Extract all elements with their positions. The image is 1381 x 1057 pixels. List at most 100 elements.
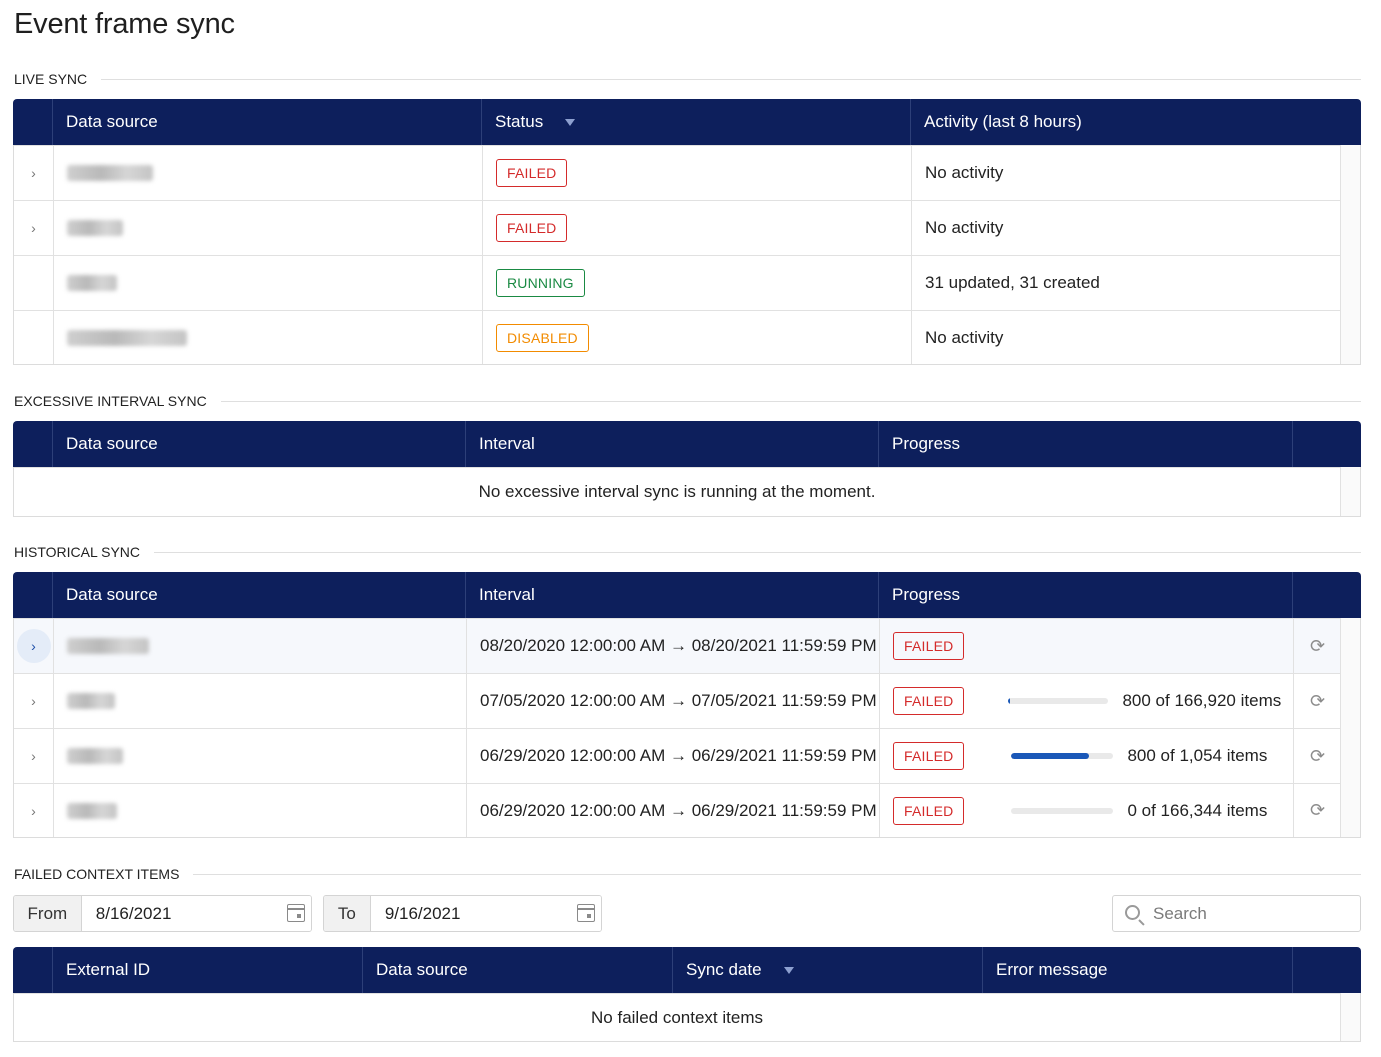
table-header: Data source Status Activity (last 8 hour… [13,99,1361,145]
search-icon [1125,905,1140,920]
status-cell: RUNNING [483,256,912,310]
table-row[interactable]: › FAILED No activity [14,200,1360,255]
progress-cell: FAILED [880,619,1294,673]
column-header-external-id[interactable]: External ID [53,947,363,993]
status-cell: FAILED [483,146,912,200]
table-row[interactable]: › 06/29/2020 12:00:00 AM → 06/29/2021 11… [14,728,1360,783]
column-header-status[interactable]: Status [482,99,911,145]
chevron-right-icon[interactable]: › [17,739,51,773]
status-badge: FAILED [893,632,965,660]
resync-icon[interactable]: ⟳ [1294,619,1341,673]
progress-bar [1011,807,1114,814]
scrollbar[interactable] [1340,993,1360,1041]
column-header-data-source[interactable]: Data source [53,572,466,618]
expand-cell[interactable]: › [14,201,54,255]
column-header-data-source[interactable]: Data source [53,99,482,145]
column-header-sync-date[interactable]: Sync date [673,947,983,993]
column-header-data-source[interactable]: Data source [53,421,466,467]
sort-desc-icon[interactable] [565,118,576,126]
empty-message: No excessive interval sync is running at… [478,482,876,501]
historical-sync-table: Data source Interval Progress › 08/20/20… [13,572,1361,838]
expand-column-header [13,421,53,467]
redacted-text [67,275,117,291]
resync-icon[interactable]: ⟳ [1294,784,1341,837]
sort-desc-icon[interactable] [783,966,794,974]
search-input[interactable] [1153,903,1343,924]
table-row[interactable]: › 06/29/2020 12:00:00 AM → 06/29/2021 11… [14,783,1360,837]
status-badge: FAILED [496,159,568,187]
table-body: No failed context items [13,993,1361,1042]
redacted-text [67,802,117,819]
filter-bar: From To [13,895,1361,932]
table-row[interactable]: › 08/20/2020 12:00:00 AM → 08/20/2021 11… [14,618,1360,673]
progress-group: FAILED 0 of 166,344 items [893,796,1267,825]
resync-icon[interactable]: ⟳ [1294,729,1341,783]
chevron-right-icon[interactable]: › [17,794,51,828]
divider [220,400,1361,402]
calendar-icon[interactable] [287,904,305,922]
divider [193,873,1361,875]
redacted-text [67,220,123,236]
progress-text: 800 of 1,054 items [1127,746,1268,765]
chevron-right-icon[interactable]: › [16,629,51,663]
to-date-field[interactable] [370,896,601,931]
table-body: › 08/20/2020 12:00:00 AM → 08/20/2021 11… [13,618,1361,838]
progress-cell: FAILED 800 of 166,920 items [880,674,1294,728]
to-date-input[interactable] [384,903,535,924]
calendar-icon[interactable] [577,904,595,922]
expand-cell[interactable]: › [14,146,54,200]
progress-fill [1011,753,1089,759]
table-row[interactable]: › 07/05/2020 12:00:00 AM → 07/05/2021 11… [14,673,1360,728]
progress-bar [1011,753,1114,759]
chevron-right-icon[interactable]: › [17,211,51,245]
actions-column-header [1293,947,1361,993]
to-label: To [324,896,371,931]
column-header-interval[interactable]: Interval [466,572,879,618]
expand-cell[interactable]: › [14,729,54,783]
column-header-error-message[interactable]: Error message [983,947,1293,993]
status-cell: FAILED [483,201,912,255]
from-date-picker[interactable]: From [13,895,312,932]
expand-column-header [13,99,53,145]
excessive-sync-label: EXCESSIVE INTERVAL SYNC [14,393,207,409]
actions-column-header [1293,421,1361,467]
data-source-cell [54,784,467,837]
chevron-right-icon[interactable]: › [17,684,51,718]
column-header-interval[interactable]: Interval [466,421,879,467]
scrollbar[interactable] [1340,145,1360,364]
data-source-cell [54,619,467,673]
interval-cell: 06/29/2020 12:00:00 AM → 06/29/2021 11:5… [467,729,880,783]
empty-row: No failed context items [14,993,1360,1041]
scrollbar[interactable] [1340,618,1360,837]
chevron-right-icon[interactable]: › [17,156,51,190]
live-sync-label: LIVE SYNC [14,71,88,87]
expand-cell[interactable]: › [14,784,54,837]
redacted-text [67,638,149,654]
expand-cell[interactable]: › [14,674,54,728]
table-row[interactable]: › FAILED No activity [14,145,1360,200]
search-field[interactable] [1112,895,1361,932]
resync-icon[interactable]: ⟳ [1294,674,1341,728]
empty-message: No failed context items [591,1007,763,1027]
column-header-activity[interactable]: Activity (last 8 hours) [911,99,1361,145]
table-header: External ID Data source Sync date Error … [13,947,1361,993]
column-header-progress[interactable]: Progress [879,421,1293,467]
expand-cell[interactable]: › [14,619,54,673]
from-date-field[interactable] [81,896,311,931]
to-date-picker[interactable]: To [323,895,602,932]
status-badge: FAILED [893,742,965,770]
data-source-cell [54,729,467,783]
status-badge: DISABLED [496,323,589,352]
column-header-sync-date-label: Sync date [686,960,762,979]
progress-text: 800 of 166,920 items [1122,691,1282,710]
status-cell: DISABLED [483,311,912,364]
scrollbar[interactable] [1340,467,1360,516]
from-label: From [14,896,82,931]
from-date-input[interactable] [95,903,246,924]
status-badge: FAILED [893,796,965,825]
activity-cell: No activity [925,218,1004,237]
column-header-data-source[interactable]: Data source [363,947,673,993]
expand-cell [14,311,54,364]
divider [101,78,1361,80]
column-header-progress[interactable]: Progress [879,572,1293,618]
